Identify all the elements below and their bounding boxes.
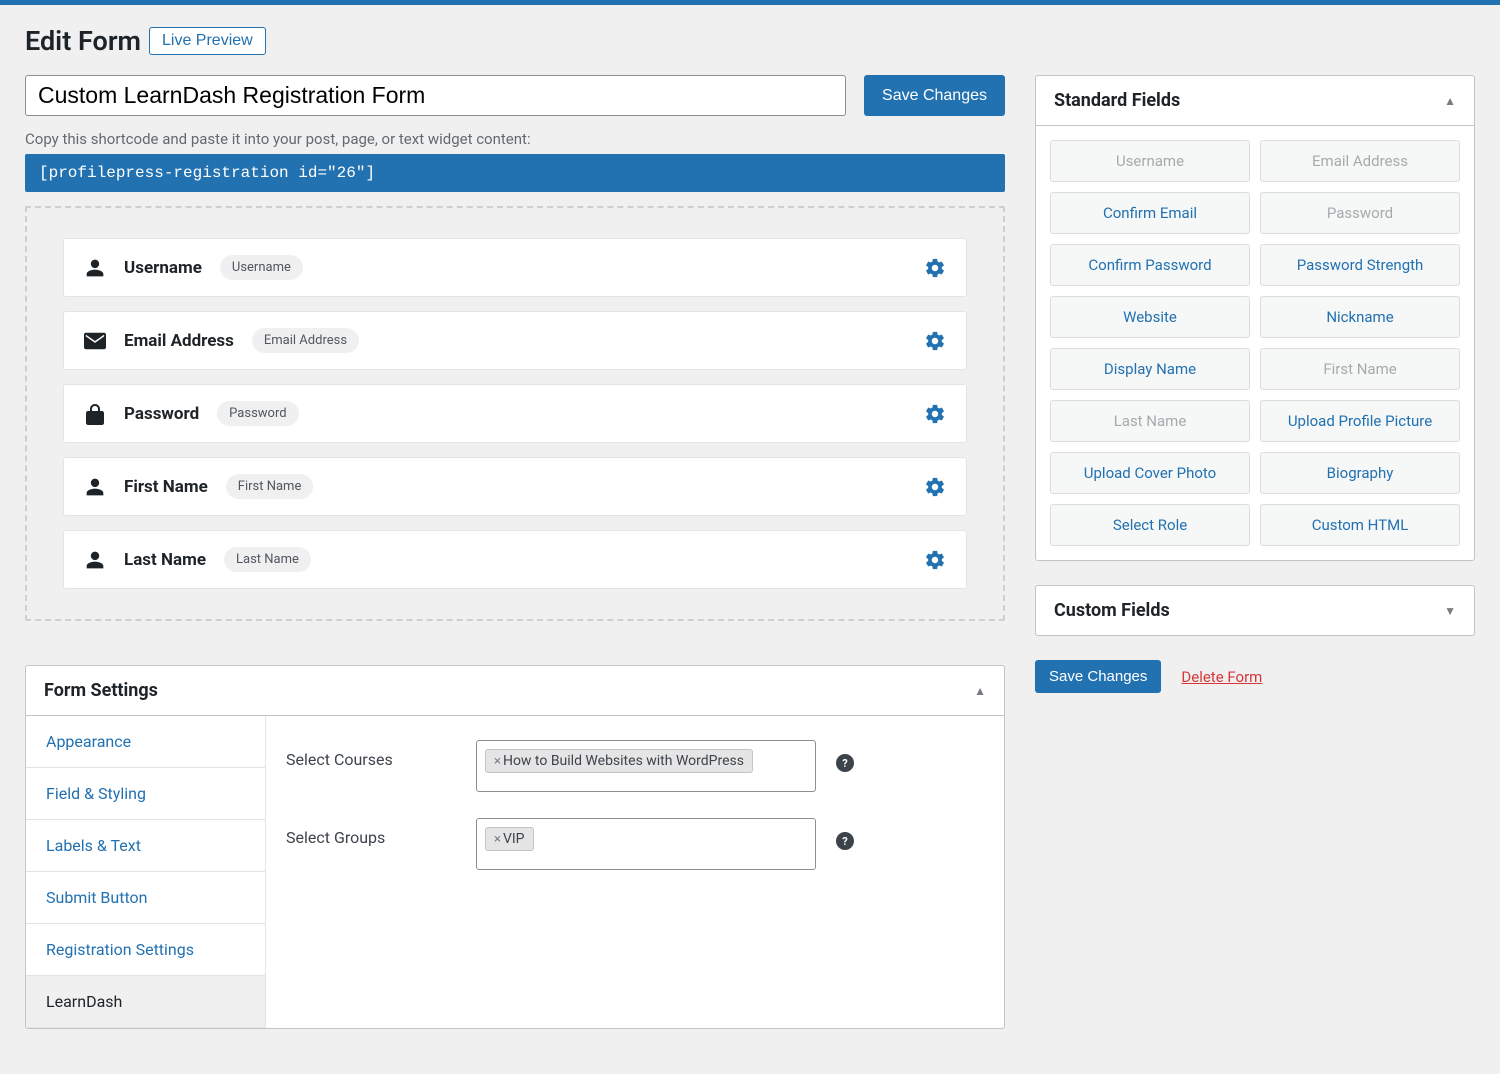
standard-field-option[interactable]: Select Role xyxy=(1050,504,1250,546)
user-icon xyxy=(84,550,106,570)
mail-icon xyxy=(84,332,106,350)
settings-tab[interactable]: Registration Settings xyxy=(26,924,265,976)
settings-tab[interactable]: LearnDash xyxy=(26,976,265,1028)
field-label: Last Name xyxy=(124,550,206,570)
form-title-input[interactable] xyxy=(25,75,846,116)
standard-field-option[interactable]: Confirm Email xyxy=(1050,192,1250,234)
standard-fields-title: Standard Fields xyxy=(1054,90,1180,111)
user-icon xyxy=(84,477,106,497)
help-icon[interactable]: ? xyxy=(836,832,854,850)
standard-fields-panel: Standard Fields ▲ UsernameEmail AddressC… xyxy=(1035,75,1475,561)
setting-row: Select Courses ×How to Build Websites wit… xyxy=(286,740,984,792)
page-header: Edit Form Live Preview xyxy=(25,25,1475,57)
tag-select-input[interactable]: ×VIP xyxy=(476,818,816,870)
field-label: Password xyxy=(124,404,199,424)
standard-field-option[interactable]: Display Name xyxy=(1050,348,1250,390)
form-field-block[interactable]: First Name First Name xyxy=(63,457,967,516)
field-placeholder-pill: Password xyxy=(217,401,298,426)
help-icon[interactable]: ? xyxy=(836,754,854,772)
standard-field-option[interactable]: Upload Cover Photo xyxy=(1050,452,1250,494)
field-placeholder-pill: Last Name xyxy=(224,547,311,572)
field-label: First Name xyxy=(124,477,208,497)
field-placeholder-pill: Email Address xyxy=(252,328,359,353)
standard-field-option[interactable]: Custom HTML xyxy=(1260,504,1460,546)
gear-icon[interactable] xyxy=(924,549,946,571)
form-settings-title: Form Settings xyxy=(44,680,158,701)
caret-up-icon: ▲ xyxy=(1444,94,1456,108)
form-fields-dropzone[interactable]: UsernameUsernameEmail AddressEmail Addre… xyxy=(25,206,1005,621)
custom-fields-panel: Custom Fields ▼ xyxy=(1035,585,1475,636)
setting-label: Select Groups xyxy=(286,818,456,847)
shortcode-help-text: Copy this shortcode and paste it into yo… xyxy=(25,130,1005,148)
live-preview-button[interactable]: Live Preview xyxy=(149,27,266,55)
field-placeholder-pill: Username xyxy=(220,255,303,280)
standard-field-option[interactable]: Biography xyxy=(1260,452,1460,494)
gear-icon[interactable] xyxy=(924,330,946,352)
user-icon xyxy=(84,258,106,278)
standard-field-option: First Name xyxy=(1260,348,1460,390)
lock-icon xyxy=(84,403,106,425)
standard-field-option: Username xyxy=(1050,140,1250,182)
standard-field-option: Email Address xyxy=(1260,140,1460,182)
standard-field-option[interactable]: Upload Profile Picture xyxy=(1260,400,1460,442)
remove-tag-icon[interactable]: × xyxy=(494,754,501,769)
form-field-block[interactable]: Last Name Last Name xyxy=(63,530,967,589)
standard-field-option[interactable]: Confirm Password xyxy=(1050,244,1250,286)
form-settings-toggle[interactable]: Form Settings ▲ xyxy=(26,666,1004,716)
standard-fields-toggle[interactable]: Standard Fields ▲ xyxy=(1036,76,1474,126)
standard-field-option: Last Name xyxy=(1050,400,1250,442)
settings-tab[interactable]: Appearance xyxy=(26,716,265,768)
settings-tabs: AppearanceField & StylingLabels & TextSu… xyxy=(26,716,266,1028)
field-placeholder-pill: First Name xyxy=(226,474,314,499)
page-title: Edit Form xyxy=(25,25,141,57)
custom-fields-title: Custom Fields xyxy=(1054,600,1170,621)
form-field-block[interactable]: Username Username xyxy=(63,238,967,297)
standard-field-option[interactable]: Password Strength xyxy=(1260,244,1460,286)
gear-icon[interactable] xyxy=(924,403,946,425)
caret-down-icon: ▼ xyxy=(1444,604,1456,618)
selected-tag[interactable]: ×VIP xyxy=(485,827,534,851)
field-label: Username xyxy=(124,258,202,278)
form-field-block[interactable]: Email Address Email Address xyxy=(63,311,967,370)
gear-icon[interactable] xyxy=(924,257,946,279)
standard-field-option[interactable]: Nickname xyxy=(1260,296,1460,338)
standard-field-option: Password xyxy=(1260,192,1460,234)
standard-field-option[interactable]: Website xyxy=(1050,296,1250,338)
settings-tab[interactable]: Labels & Text xyxy=(26,820,265,872)
gear-icon[interactable] xyxy=(924,476,946,498)
remove-tag-icon[interactable]: × xyxy=(494,832,501,847)
standard-fields-grid: UsernameEmail AddressConfirm EmailPasswo… xyxy=(1036,126,1474,560)
caret-up-icon: ▲ xyxy=(974,684,986,698)
setting-label: Select Courses xyxy=(286,740,456,769)
side-save-button[interactable]: Save Changes xyxy=(1035,660,1161,693)
selected-tag[interactable]: ×How to Build Websites with WordPress xyxy=(485,749,753,773)
settings-tab-content: Select Courses ×How to Build Websites wit… xyxy=(266,716,1004,1028)
shortcode-display[interactable]: [profilepress-registration id="26"] xyxy=(25,154,1005,192)
form-settings-panel: Form Settings ▲ AppearanceField & Stylin… xyxy=(25,665,1005,1029)
settings-tab[interactable]: Submit Button xyxy=(26,872,265,924)
settings-tab[interactable]: Field & Styling xyxy=(26,768,265,820)
custom-fields-toggle[interactable]: Custom Fields ▼ xyxy=(1036,586,1474,635)
setting-row: Select Groups ×VIP? xyxy=(286,818,984,870)
tag-select-input[interactable]: ×How to Build Websites with WordPress xyxy=(476,740,816,792)
field-label: Email Address xyxy=(124,331,234,351)
save-changes-button[interactable]: Save Changes xyxy=(864,75,1005,116)
delete-form-link[interactable]: Delete Form xyxy=(1181,668,1262,686)
form-field-block[interactable]: Password Password xyxy=(63,384,967,443)
